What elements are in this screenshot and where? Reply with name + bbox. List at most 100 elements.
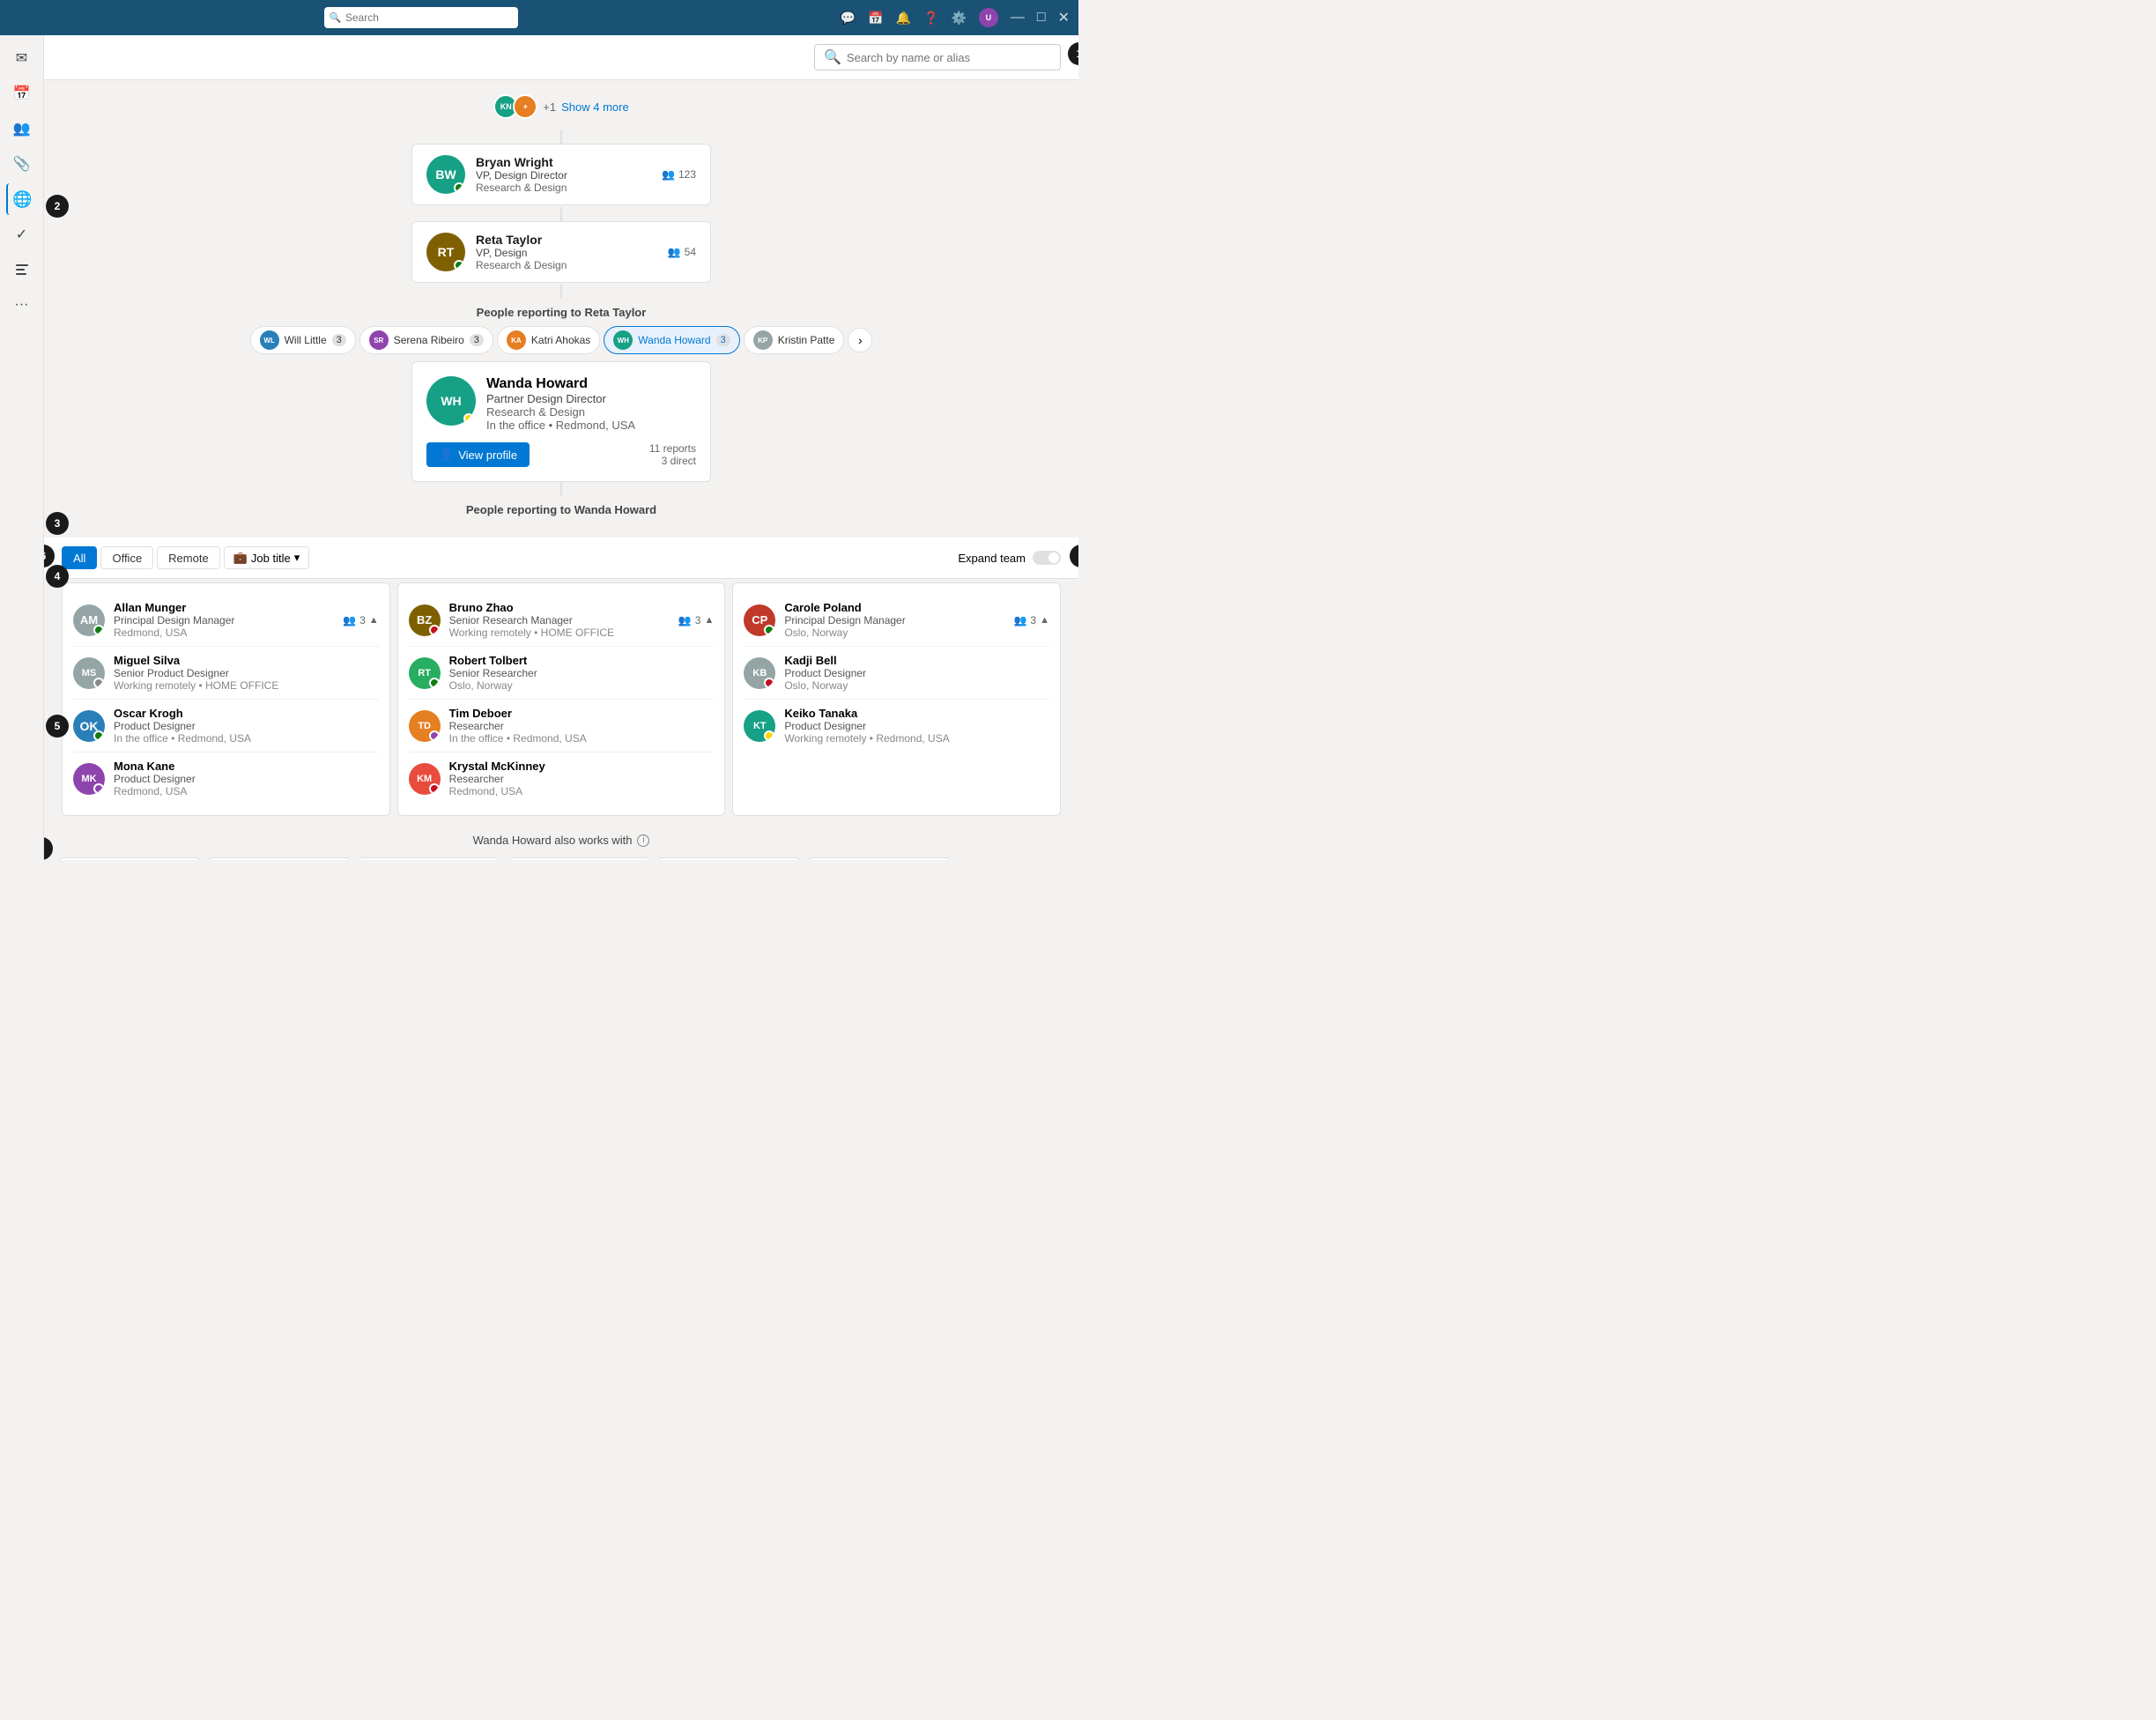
manager-info-2: Carole Poland Principal Design Manager O…: [784, 601, 905, 639]
connector-1: [560, 130, 562, 144]
chevron-up-icon: ▲: [369, 615, 379, 626]
org-card-bryan[interactable]: BW Bryan Wright VP, Design Director Rese…: [411, 144, 711, 205]
robert-status: [429, 678, 440, 688]
reporting-label-1: People reporting to Reta Taylor: [477, 306, 647, 319]
reporter-tab-1[interactable]: SR Serena Ribeiro 3: [359, 326, 493, 354]
help-icon[interactable]: ❓: [923, 11, 938, 26]
member-mona[interactable]: MK Mona Kane Product Designer Redmond, U…: [73, 752, 379, 804]
user-avatar[interactable]: U: [979, 8, 998, 27]
reta-name: Reta Taylor: [476, 233, 657, 247]
works-card-4[interactable]: HR Hillary Reyes Senior Researcher Worki…: [657, 857, 800, 860]
sidebar-item-more[interactable]: ···: [6, 289, 38, 321]
member-oscar[interactable]: OK Oscar Krogh Product Designer In the o…: [73, 700, 379, 752]
member-krystal[interactable]: KM Krystal McKinney Researcher Redmond, …: [409, 752, 715, 804]
mona-avatar: MK: [73, 763, 105, 795]
works-card-2[interactable]: HB Henry Brill Engineering Director Work…: [358, 857, 500, 860]
member-miguel[interactable]: MS Miguel Silva Senior Product Designer …: [73, 647, 379, 700]
manager-count-1: 👥3 ▲: [678, 614, 715, 626]
tab-avatar-4: KP: [753, 330, 773, 350]
manager-name-0: Allan Munger: [114, 601, 234, 614]
krystal-avatar: KM: [409, 763, 441, 795]
kadji-info: Kadji Bell Product Designer Oslo, Norway: [784, 654, 866, 692]
people-search-box[interactable]: 🔍: [814, 44, 1061, 70]
works-card-1[interactable]: LB Lydia Bauer Group Product Manager In …: [208, 857, 351, 860]
sidebar-item-teams[interactable]: [6, 254, 38, 285]
team-grid: AM Allan Munger Principal Design Manager…: [44, 579, 1078, 819]
maximize-button[interactable]: □: [1037, 10, 1046, 26]
bryan-count: 👥 123: [662, 168, 696, 181]
wanda-status: [463, 413, 474, 424]
member-robert[interactable]: RT Robert Tolbert Senior Researcher Oslo…: [409, 647, 715, 700]
person-location: In the office • Redmond, USA: [486, 419, 635, 432]
also-works-section: 8 Wanda Howard also works with i RC Robi…: [44, 834, 1078, 860]
minimize-button[interactable]: —: [1011, 10, 1025, 26]
selected-person-card: WH Wanda Howard Partner Design Director …: [411, 361, 711, 482]
chat-icon[interactable]: 💬: [841, 11, 856, 26]
manager-avatar-2: CP: [744, 604, 775, 636]
manager-row-2[interactable]: CP Carole Poland Principal Design Manage…: [744, 594, 1049, 647]
reporter-tab-0[interactable]: WL Will Little 3: [250, 326, 356, 354]
manager-role-0: Principal Design Manager: [114, 614, 234, 626]
sidebar-item-calendar[interactable]: 📅: [6, 78, 38, 109]
sidebar-item-people[interactable]: 👥: [6, 113, 38, 145]
kadji-status: [764, 678, 774, 688]
filter-tab-all[interactable]: All: [62, 546, 97, 569]
mona-info: Mona Kane Product Designer Redmond, USA: [114, 760, 196, 797]
sidebar-item-org[interactable]: 🌐: [6, 183, 38, 215]
expand-team-toggle[interactable]: [1033, 551, 1061, 565]
bell-icon[interactable]: 🔔: [896, 11, 911, 26]
manager-avatar-1: BZ: [409, 604, 441, 636]
expand-team-label: Expand team: [958, 552, 1026, 565]
annotation-1: 1: [1068, 42, 1078, 65]
works-card-0[interactable]: RC Robin Counts Engineering Manager Oslo…: [58, 857, 201, 860]
oscar-avatar: OK: [73, 710, 105, 742]
manager-count-2: 👥3 ▲: [1013, 614, 1049, 626]
member-kadji[interactable]: KB Kadji Bell Product Designer Oslo, Nor…: [744, 647, 1049, 700]
works-card-5[interactable]: IL Inna Laar Research Director Working r…: [808, 857, 951, 860]
reta-status: [454, 260, 464, 271]
annotation-4: 4: [46, 565, 69, 588]
filter-tab-office[interactable]: Office: [100, 546, 153, 569]
manager-info-0: Allan Munger Principal Design Manager Re…: [114, 601, 234, 639]
people-search-input[interactable]: [847, 51, 1051, 64]
job-title-filter[interactable]: 💼 Job title ▾: [224, 546, 310, 569]
annotation-3: 3: [46, 512, 69, 535]
sidebar-item-attach[interactable]: 📎: [6, 148, 38, 180]
briefcase-icon: 💼: [233, 551, 248, 565]
manager-status-1: [429, 625, 440, 635]
member-keiko[interactable]: KT Keiko Tanaka Product Designer Working…: [744, 700, 1049, 752]
show-more-row: KN + +1 Show 4 more: [493, 94, 628, 119]
reporter-tab-2[interactable]: KA Katri Ahokas: [497, 326, 600, 354]
manager-row-0[interactable]: AM Allan Munger Principal Design Manager…: [73, 594, 379, 647]
sidebar-item-tasks[interactable]: ✓: [6, 219, 38, 250]
reta-avatar: RT: [426, 233, 465, 271]
reports-info: 11 reports 3 direct: [649, 442, 696, 467]
member-tim[interactable]: TD Tim Deboer Researcher In the office •…: [409, 700, 715, 752]
sidebar-item-mail[interactable]: ✉: [6, 42, 38, 74]
view-profile-button[interactable]: 👤 View profile: [426, 442, 530, 467]
team-column-0: AM Allan Munger Principal Design Manager…: [62, 582, 390, 816]
works-card-3[interactable]: KM Kayo Miwa Design partner In the offic…: [508, 857, 650, 860]
top-search-bar: 1 🔍: [44, 35, 1078, 80]
reta-dept: Research & Design: [476, 259, 657, 271]
calendar-icon[interactable]: 📅: [868, 11, 883, 26]
close-button[interactable]: ✕: [1058, 9, 1070, 26]
manager-info-1: Bruno Zhao Senior Research Manager Worki…: [449, 601, 614, 639]
manager-location-0: Redmond, USA: [114, 626, 234, 639]
reporter-tab-3[interactable]: WH Wanda Howard 3: [604, 326, 739, 354]
titlebar-search-input[interactable]: [324, 7, 518, 28]
reporter-tab-4[interactable]: KP Kristin Patte: [744, 326, 845, 354]
manager-count-0: 👥3 ▲: [343, 614, 379, 626]
tabs-more-button[interactable]: ›: [848, 328, 872, 352]
org-card-reta[interactable]: RT Reta Taylor VP, Design Research & Des…: [411, 221, 711, 283]
reta-count: 👥 54: [668, 246, 696, 258]
settings-icon[interactable]: ⚙️: [951, 11, 966, 26]
manager-row-1[interactable]: BZ Bruno Zhao Senior Research Manager Wo…: [409, 594, 715, 647]
show-more-button[interactable]: Show 4 more: [561, 100, 629, 114]
person-dept: Research & Design: [486, 405, 635, 419]
miguel-info: Miguel Silva Senior Product Designer Wor…: [114, 654, 278, 692]
miguel-status: [93, 678, 104, 688]
title-bar-search-wrap: 🔍: [324, 7, 518, 28]
filter-tab-remote[interactable]: Remote: [157, 546, 220, 569]
tab-avatar-1: SR: [369, 330, 389, 350]
